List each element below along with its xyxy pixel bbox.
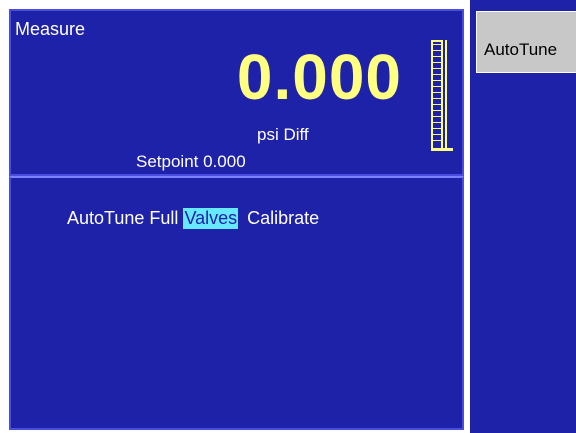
bargraph-ticks [433, 44, 441, 146]
autotune-label: AutoTune [67, 208, 145, 228]
bargraph-scale-line [445, 40, 447, 150]
pressure-reading: 0.000 [236, 41, 402, 113]
softkey-panel: AutoTune [470, 0, 576, 433]
autotune-panel: AutoTune Full Valves Calibrate [9, 176, 464, 430]
setpoint-label: Setpoint 0.000 [136, 152, 246, 171]
autotune-softkey[interactable]: AutoTune [476, 11, 576, 73]
pressure-bargraph [431, 40, 453, 152]
autotune-row: AutoTune Full Valves Calibrate [67, 208, 319, 229]
option-calibrate[interactable]: Calibrate [247, 208, 319, 229]
bargraph-base [431, 148, 453, 151]
main-display: Measure 0.000 psi Diff Setpoint 0.000 Au… [0, 0, 470, 433]
option-full[interactable]: Full [149, 208, 178, 229]
measure-panel: Measure 0.000 psi Diff Setpoint 0.000 [9, 9, 464, 176]
units-label: psi Diff [257, 125, 309, 144]
measure-title: Measure [15, 19, 86, 39]
option-valves[interactable]: Valves [183, 208, 239, 229]
